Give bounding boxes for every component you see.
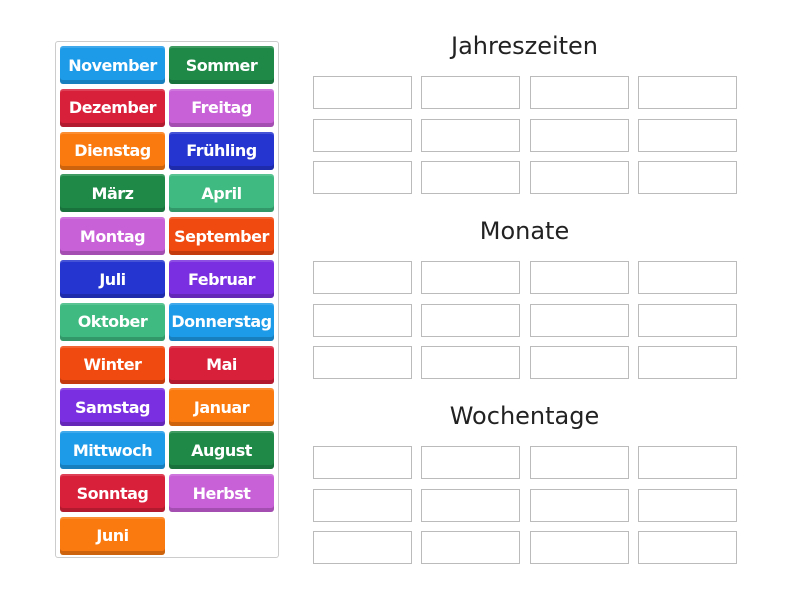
drop-slot[interactable]: [530, 76, 629, 109]
drop-slot[interactable]: [421, 531, 520, 564]
word-tile[interactable]: April: [169, 174, 274, 213]
drop-slot[interactable]: [530, 161, 629, 194]
word-tile[interactable]: Juni: [60, 516, 165, 555]
drop-slot[interactable]: [638, 489, 737, 522]
drop-slot[interactable]: [421, 76, 520, 109]
drop-slot[interactable]: [313, 531, 412, 564]
word-tile[interactable]: Juli: [60, 260, 165, 298]
word-tile[interactable]: Frühling: [169, 131, 274, 170]
word-tile[interactable]: Sommer: [169, 46, 274, 84]
word-tile[interactable]: Donnerstag: [169, 302, 274, 341]
drop-slot[interactable]: [421, 489, 520, 522]
drop-slot[interactable]: [313, 304, 412, 337]
drop-slot[interactable]: [638, 161, 737, 194]
drop-slot[interactable]: [638, 446, 737, 479]
group-title: Wochentage: [449, 402, 600, 430]
word-tile[interactable]: Winter: [60, 345, 165, 384]
drop-slot[interactable]: [313, 446, 412, 479]
drop-slot[interactable]: [638, 119, 737, 152]
drop-slot[interactable]: [313, 489, 412, 522]
drop-slot[interactable]: [530, 489, 629, 522]
drop-slot[interactable]: [638, 304, 737, 337]
word-tile[interactable]: November: [60, 46, 165, 84]
drop-slot[interactable]: [421, 161, 520, 194]
drop-slot[interactable]: [313, 119, 412, 152]
group-title: Monate: [479, 217, 570, 245]
word-tile[interactable]: März: [60, 174, 165, 213]
word-tile[interactable]: Sonntag: [60, 474, 165, 512]
word-tile[interactable]: Dienstag: [60, 131, 165, 170]
drop-slot[interactable]: [638, 261, 737, 294]
word-tile[interactable]: Dezember: [60, 88, 165, 127]
word-tile[interactable]: Montag: [60, 217, 165, 256]
drop-slot[interactable]: [530, 531, 629, 564]
drop-slot[interactable]: [530, 346, 629, 379]
drop-slot[interactable]: [638, 531, 737, 564]
drop-slot[interactable]: [530, 119, 629, 152]
drop-slot[interactable]: [421, 304, 520, 337]
word-tile[interactable]: Herbst: [169, 474, 274, 512]
drop-slot[interactable]: [530, 261, 629, 294]
word-tile[interactable]: Freitag: [169, 88, 274, 127]
word-tile[interactable]: Samstag: [60, 388, 165, 427]
drop-slot[interactable]: [638, 346, 737, 379]
drop-slot[interactable]: [313, 161, 412, 194]
drop-slot[interactable]: [638, 76, 737, 109]
word-tile[interactable]: Februar: [169, 260, 274, 298]
drop-slot[interactable]: [313, 261, 412, 294]
group-title: Jahreszeiten: [450, 32, 599, 60]
drop-slot[interactable]: [421, 446, 520, 479]
word-tile[interactable]: August: [169, 431, 274, 470]
word-tile[interactable]: Januar: [169, 388, 274, 427]
word-tile[interactable]: Mittwoch: [60, 431, 165, 470]
word-bank: November Sommer Dezember Freitag Dienstag Frü…: [55, 41, 279, 558]
drop-slot[interactable]: [421, 261, 520, 294]
drop-slot[interactable]: [313, 346, 412, 379]
word-tile[interactable]: Mai: [169, 345, 274, 384]
drop-slot[interactable]: [530, 446, 629, 479]
drop-slot[interactable]: [421, 119, 520, 152]
drop-slot[interactable]: [421, 346, 520, 379]
drop-slot[interactable]: [530, 304, 629, 337]
drop-slot[interactable]: [313, 76, 412, 109]
word-tile[interactable]: Oktober: [60, 302, 165, 341]
word-tile[interactable]: September: [169, 217, 274, 256]
